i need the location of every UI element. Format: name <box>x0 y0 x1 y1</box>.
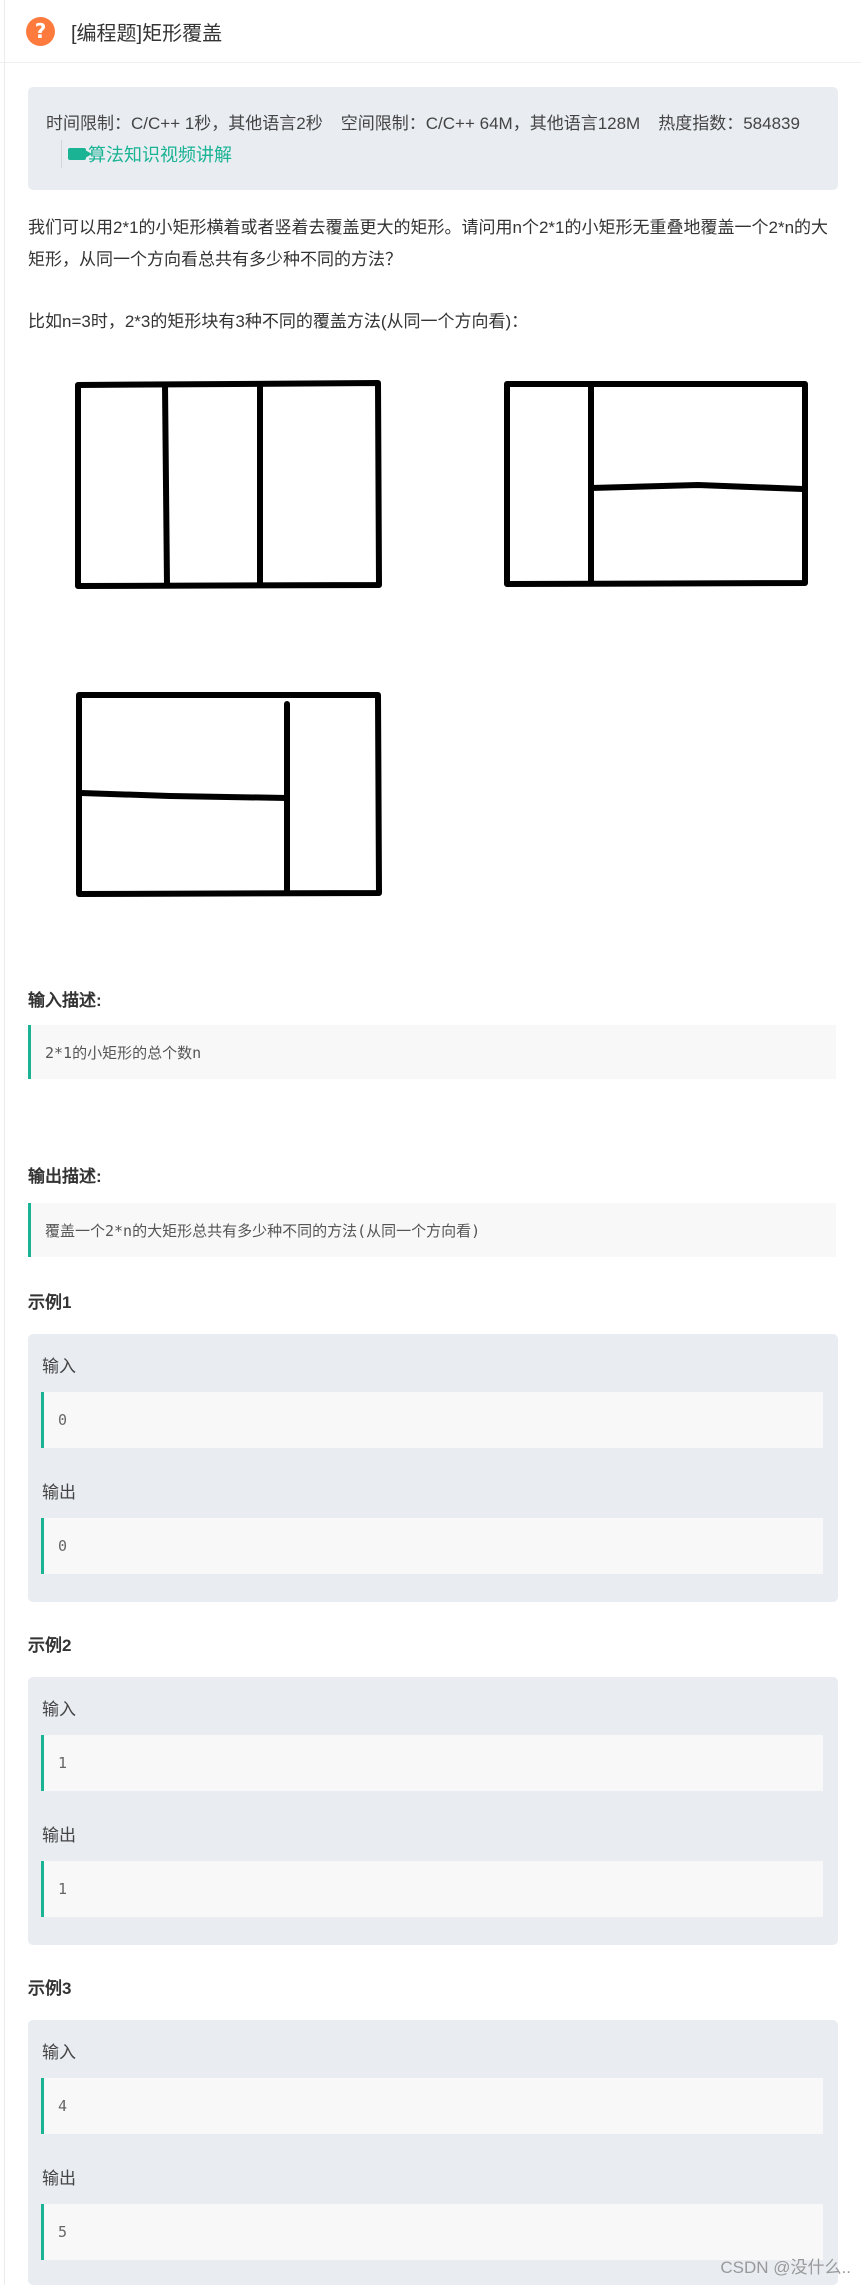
sample-1-title: 示例1 <box>28 1293 72 1312</box>
tiling-figure-3 <box>76 692 382 897</box>
space-limit: 空间限制：C/C++ 64M，其他语言128M <box>340 114 641 133</box>
time-limit: 时间限制：C/C++ 1秒，其他语言2秒 <box>46 114 323 133</box>
sample-2-output-value: 1 <box>41 1861 823 1917</box>
problem-title: [编程题]矩形覆盖 <box>71 22 223 45</box>
question-icon: ? <box>26 16 55 46</box>
sample-1-input-value: 0 <box>41 1392 823 1448</box>
tiling-figure-1 <box>75 380 382 589</box>
output-desc-title: 输出描述: <box>28 1167 102 1186</box>
sample-3-panel: 输入 4 输出 5 <box>28 2020 838 2285</box>
output-desc-box: 覆盖一个2*n的大矩形总共有多少种不同的方法(从同一个方向看) <box>28 1203 836 1257</box>
tiling-figure-2 <box>504 381 808 587</box>
sample-3-output-label: 输出 <box>42 2169 76 2188</box>
sample-1-output-value: 0 <box>41 1518 823 1574</box>
sample-2-title: 示例2 <box>28 1636 72 1655</box>
problem-description: 我们可以用2*1的小矩形横着或者竖着去覆盖更大的矩形。请问用n个2*1的小矩形无… <box>28 218 829 269</box>
sample-1-panel: 输入 0 输出 0 <box>28 1334 838 1602</box>
sample-2-input-value: 1 <box>41 1735 823 1791</box>
sample-2-output-label: 输出 <box>42 1826 76 1845</box>
heat-index: 热度指数：584839 <box>658 114 800 133</box>
limits-line: 时间限制：C/C++ 1秒，其他语言2秒 空间限制：C/C++ 64M，其他语言1… <box>46 109 818 134</box>
sample-1-output-label: 输出 <box>42 1483 76 1502</box>
example-sentence: 比如n=3时，2*3的矩形块有3种不同的覆盖方法(从同一个方向看)： <box>28 312 529 331</box>
page-left-border <box>4 0 5 2285</box>
video-explanation-link[interactable]: 算法知识视频讲解 <box>61 140 232 168</box>
sample-2-input-label: 输入 <box>42 1700 76 1719</box>
input-desc-box: 2*1的小矩形的总个数n <box>28 1025 836 1079</box>
sample-3-title: 示例3 <box>28 1979 72 1998</box>
sample-3-input-value: 4 <box>41 2078 823 2134</box>
sample-3-input-label: 输入 <box>42 2043 76 2062</box>
problem-info-panel: 时间限制：C/C++ 1秒，其他语言2秒 空间限制：C/C++ 64M，其他语言1… <box>28 87 838 190</box>
sample-1-input-label: 输入 <box>42 1357 76 1376</box>
problem-header: ? [编程题]矩形覆盖 <box>0 0 861 63</box>
csdn-watermark: CSDN @没什么.. <box>720 2258 851 2277</box>
input-desc-title: 输入描述: <box>28 991 102 1010</box>
sample-3-output-value: 5 <box>41 2204 823 2260</box>
video-link-label: 算法知识视频讲解 <box>88 145 232 165</box>
sample-2-panel: 输入 1 输出 1 <box>28 1677 838 1945</box>
video-camera-icon <box>68 148 92 160</box>
